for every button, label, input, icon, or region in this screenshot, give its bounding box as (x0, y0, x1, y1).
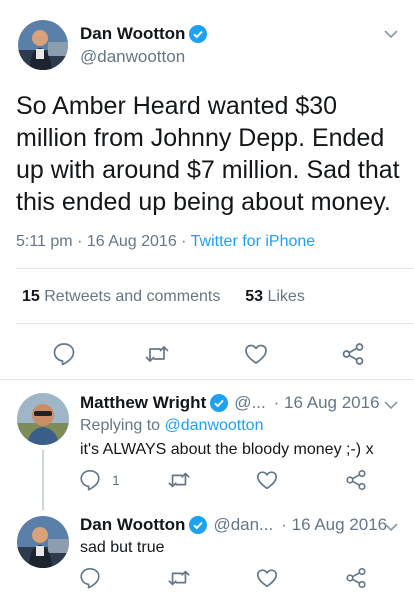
like-icon[interactable] (243, 341, 269, 367)
reply-2-header: Dan Wootton @dan... · 16 Aug 2016 (80, 515, 387, 535)
retweet-icon[interactable] (167, 468, 191, 492)
author-handle[interactable]: @danwootton (80, 47, 185, 67)
verified-icon (189, 516, 208, 534)
likes-count: 53 (245, 288, 264, 305)
reply-text: it's ALWAYS about the bloody money ;-) x (80, 441, 374, 458)
divider (0, 379, 414, 380)
reply-date[interactable]: · 16 Aug 2016 (274, 393, 380, 413)
main-tweet-handle-row: @danwootton (80, 47, 185, 67)
tweet-time[interactable]: 5:11 pm (16, 233, 73, 250)
verified-icon (210, 394, 229, 412)
meta-separator: · (72, 233, 87, 250)
reply-icon[interactable] (78, 468, 102, 492)
reply-text: sad but true (80, 539, 165, 556)
avatar-dan-wootton[interactable] (17, 516, 69, 568)
reply-1-header: Matthew Wright @... · 16 Aug 2016 (80, 393, 380, 413)
retweet-icon[interactable] (167, 566, 191, 590)
thread-line (42, 450, 44, 510)
replying-to-prefix: Replying to (80, 417, 165, 434)
author-name[interactable]: Dan Wootton (80, 24, 185, 44)
reply-author-handle[interactable]: @dan... (213, 515, 273, 535)
like-icon[interactable] (255, 468, 279, 492)
reply-author-name[interactable]: Matthew Wright (80, 393, 206, 413)
reply-icon[interactable] (51, 341, 77, 367)
reply-icon[interactable] (78, 566, 102, 590)
reply-date[interactable]: · 16 Aug 2016 (281, 515, 387, 535)
reply-author-handle[interactable]: @... (234, 393, 265, 413)
retweets-count: 15 (22, 288, 40, 305)
chevron-down-icon[interactable] (383, 397, 399, 413)
retweets-label: Retweets and comments (39, 288, 221, 305)
tweet-text: So Amber Heard wanted $30 million from J… (16, 92, 400, 216)
like-icon[interactable] (255, 566, 279, 590)
tweet-date[interactable]: 16 Aug 2016 (87, 233, 177, 250)
tweet-stats: 15 Retweets and comments 53 Likes (22, 288, 305, 306)
divider (16, 323, 414, 324)
main-tweet-name-row: Dan Wootton (80, 24, 208, 44)
replying-to-link[interactable]: @danwootton (165, 417, 264, 434)
verified-icon (189, 25, 208, 43)
reply-author-name[interactable]: Dan Wootton (80, 515, 185, 535)
avatar-dan-wootton[interactable] (18, 20, 68, 70)
share-icon[interactable] (344, 566, 368, 590)
reply-count: 1 (112, 472, 120, 488)
retweet-icon[interactable] (144, 341, 170, 367)
likes-label: Likes (263, 288, 305, 305)
likes-stat[interactable]: 53 Likes (245, 288, 305, 305)
chevron-down-icon[interactable] (383, 26, 399, 42)
share-icon[interactable] (340, 341, 366, 367)
avatar-matthew-wright[interactable] (17, 393, 69, 445)
tweet-source-link[interactable]: Twitter for iPhone (191, 233, 316, 250)
share-icon[interactable] (344, 468, 368, 492)
replying-to: Replying to @danwootton (80, 417, 263, 435)
meta-separator: · (176, 233, 191, 250)
retweets-stat[interactable]: 15 Retweets and comments (22, 288, 220, 305)
chevron-down-icon[interactable] (383, 519, 399, 535)
divider (16, 268, 414, 269)
tweet-meta: 5:11 pm · 16 Aug 2016 · Twitter for iPho… (16, 233, 315, 251)
